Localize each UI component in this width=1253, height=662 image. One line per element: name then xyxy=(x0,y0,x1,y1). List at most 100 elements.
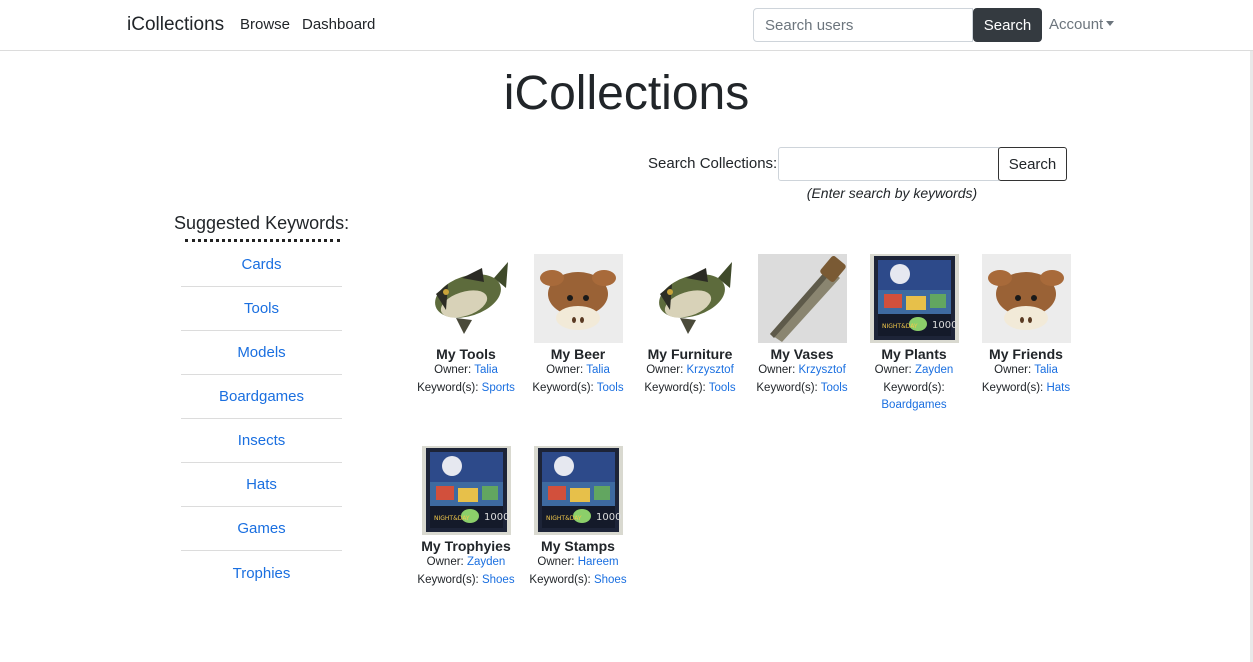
collection-card[interactable]: My Plants Owner: Zayden Keyword(s): Board… xyxy=(858,254,970,415)
collection-owner: Owner: Krzysztof xyxy=(746,362,858,380)
collection-card[interactable]: My Furniture Owner: Krzysztof Keyword(s)… xyxy=(634,254,746,397)
plush-moose-image xyxy=(534,254,623,343)
keyword-link-insects[interactable]: Insects xyxy=(181,419,342,463)
collection-card[interactable]: My Trophyies Owner: Zayden Keyword(s): S… xyxy=(410,446,522,589)
collection-title[interactable]: My Trophyies xyxy=(410,538,522,554)
collection-owner: Owner: Hareem xyxy=(522,554,634,572)
fish-trophy-image xyxy=(646,254,735,343)
keywords-label: Keyword(s): xyxy=(883,381,945,394)
keyword-link-games[interactable]: Games xyxy=(181,507,342,551)
collection-title[interactable]: My Tools xyxy=(410,346,522,362)
keyword-link[interactable]: Tools xyxy=(821,382,848,394)
navbar-brand[interactable]: iCollections xyxy=(127,14,224,36)
owner-label: Owner: xyxy=(758,364,796,376)
owner-link[interactable]: Talia xyxy=(1034,364,1058,376)
owner-link[interactable]: Zayden xyxy=(915,364,953,376)
collection-keywords: Keyword(s): Tools xyxy=(746,380,858,398)
page-title: iCollections xyxy=(503,67,750,120)
owner-link[interactable]: Talia xyxy=(474,364,498,376)
owner-label: Owner: xyxy=(994,364,1032,376)
collection-thumbnail[interactable] xyxy=(422,254,511,343)
keyword-link-tools[interactable]: Tools xyxy=(181,287,342,331)
keywords-label: Keyword(s): xyxy=(644,381,706,394)
plush-moose-image xyxy=(982,254,1071,343)
keywords-label: Keyword(s): xyxy=(417,573,479,586)
keyword-link[interactable]: Tools xyxy=(709,382,736,394)
nav-dashboard-link[interactable]: Dashboard xyxy=(302,16,375,33)
collection-thumbnail[interactable] xyxy=(422,446,511,535)
keyword-link-models[interactable]: Models xyxy=(181,331,342,375)
collection-thumbnail[interactable] xyxy=(870,254,959,343)
owner-link[interactable]: Zayden xyxy=(467,556,505,568)
owner-label: Owner: xyxy=(426,556,464,568)
search-collections-label: Search Collections: xyxy=(648,155,778,172)
title-divider xyxy=(185,239,340,242)
account-label: Account xyxy=(1049,16,1104,33)
collection-owner: Owner: Krzysztof xyxy=(634,362,746,380)
collection-thumbnail[interactable] xyxy=(758,254,847,343)
collection-card[interactable]: My Stamps Owner: Hareem Keyword(s): Shoe… xyxy=(522,446,634,589)
collection-title[interactable]: My Stamps xyxy=(522,538,634,554)
collection-keywords: Keyword(s): Boardgames xyxy=(858,380,970,415)
caret-down-icon xyxy=(1106,21,1115,26)
collection-owner: Owner: Zayden xyxy=(410,554,522,572)
collection-card[interactable]: My Tools Owner: Talia Keyword(s): Sports xyxy=(410,254,522,397)
collection-thumbnail[interactable] xyxy=(982,254,1071,343)
collection-keywords: Keyword(s): Shoes xyxy=(410,572,522,590)
collection-title[interactable]: My Furniture xyxy=(634,346,746,362)
collection-thumbnail[interactable] xyxy=(646,254,735,343)
collection-owner: Owner: Talia xyxy=(410,362,522,380)
owner-label: Owner: xyxy=(537,556,575,568)
keywords-label: Keyword(s): xyxy=(756,381,818,394)
collection-card[interactable]: My Friends Owner: Talia Keyword(s): Hats xyxy=(970,254,1082,397)
nav-browse-link[interactable]: Browse xyxy=(240,16,290,33)
puzzle-box-image xyxy=(422,446,511,535)
search-hint: (Enter search by keywords) xyxy=(806,185,978,201)
collection-title[interactable]: My Vases xyxy=(746,346,858,362)
puzzle-box-image xyxy=(534,446,623,535)
keyword-link-trophies[interactable]: Trophies xyxy=(181,551,342,595)
suggested-keywords-list: Cards Tools Models Boardgames Insects Ha… xyxy=(181,243,342,595)
owner-label: Owner: xyxy=(546,364,584,376)
collection-title[interactable]: My Friends xyxy=(970,346,1082,362)
search-users-input[interactable]: Search users xyxy=(753,8,973,42)
keyword-link[interactable]: Shoes xyxy=(594,574,627,586)
collection-keywords: Keyword(s): Hats xyxy=(970,380,1082,398)
search-collections-button[interactable]: Search xyxy=(998,147,1067,181)
keyword-link-boardgames[interactable]: Boardgames xyxy=(181,375,342,419)
collection-title[interactable]: My Plants xyxy=(858,346,970,362)
top-navbar: iCollections Browse Dashboard Search use… xyxy=(0,0,1253,51)
collection-keywords: Keyword(s): Tools xyxy=(634,380,746,398)
collection-thumbnail[interactable] xyxy=(534,254,623,343)
owner-label: Owner: xyxy=(434,364,472,376)
keyword-link[interactable]: Hats xyxy=(1046,382,1070,394)
owner-label: Owner: xyxy=(646,364,684,376)
suggested-keywords-title: Suggested Keywords: xyxy=(174,213,350,233)
hand-saw-image xyxy=(758,254,847,343)
collection-keywords: Keyword(s): Tools xyxy=(522,380,634,398)
keyword-link[interactable]: Shoes xyxy=(482,574,515,586)
search-collections-input[interactable] xyxy=(778,147,999,181)
owner-link[interactable]: Krzysztof xyxy=(798,364,845,376)
collection-owner: Owner: Zayden xyxy=(858,362,970,380)
collection-card[interactable]: My Beer Owner: Talia Keyword(s): Tools xyxy=(522,254,634,397)
owner-link[interactable]: Talia xyxy=(586,364,610,376)
keyword-link[interactable]: Tools xyxy=(597,382,624,394)
keyword-link-hats[interactable]: Hats xyxy=(181,463,342,507)
collection-thumbnail[interactable] xyxy=(534,446,623,535)
owner-link[interactable]: Krzysztof xyxy=(686,364,733,376)
owner-link[interactable]: Hareem xyxy=(578,556,619,568)
collection-card[interactable]: My Vases Owner: Krzysztof Keyword(s): To… xyxy=(746,254,858,397)
keywords-label: Keyword(s): xyxy=(532,381,594,394)
account-dropdown[interactable]: Account xyxy=(1049,16,1115,33)
search-users-button[interactable]: Search xyxy=(973,8,1042,42)
keyword-link[interactable]: Boardgames xyxy=(881,399,946,411)
fish-trophy-image xyxy=(422,254,511,343)
collection-keywords: Keyword(s): Shoes xyxy=(522,572,634,590)
keyword-link-cards[interactable]: Cards xyxy=(181,243,342,287)
keywords-label: Keyword(s): xyxy=(529,573,591,586)
keyword-link[interactable]: Sports xyxy=(482,382,515,394)
collection-title[interactable]: My Beer xyxy=(522,346,634,362)
collection-owner: Owner: Talia xyxy=(970,362,1082,380)
owner-label: Owner: xyxy=(874,364,912,376)
